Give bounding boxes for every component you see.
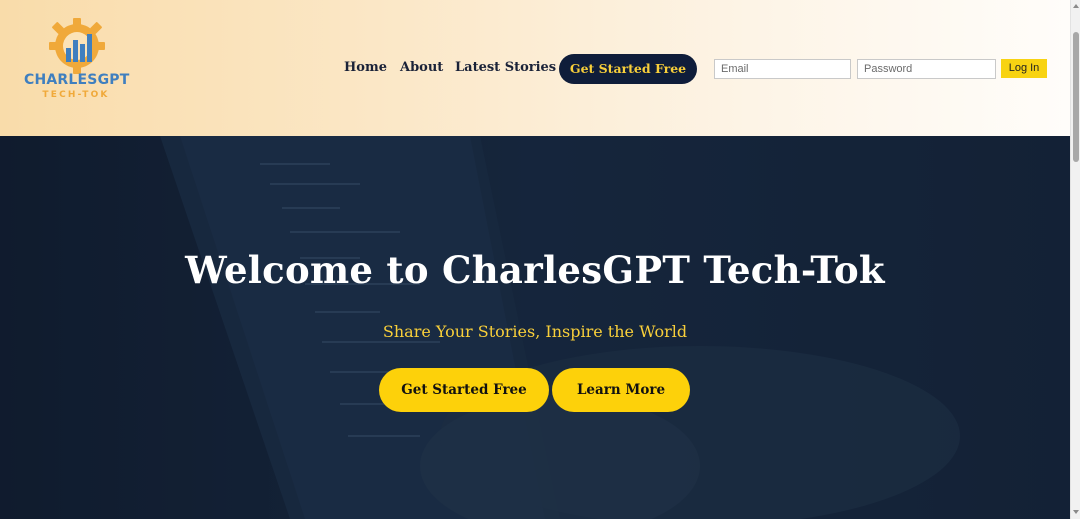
logo-title: CHARLESGPT	[24, 72, 130, 88]
gear-chart-icon	[49, 18, 105, 74]
email-field[interactable]	[714, 59, 851, 79]
hero-get-started-button[interactable]: Get Started Free	[379, 368, 549, 412]
nav-about[interactable]: About	[400, 60, 443, 75]
scrollbar-thumb[interactable]	[1073, 32, 1079, 162]
scroll-up-icon[interactable]	[1073, 4, 1079, 8]
page-scrollbar[interactable]	[1070, 0, 1080, 519]
header-get-started-button[interactable]: Get Started Free	[559, 54, 697, 84]
logo[interactable]: CHARLESGPT TECH-TOK	[24, 18, 130, 104]
hero-section: Welcome to CharlesGPT Tech-Tok Share You…	[0, 136, 1070, 519]
logo-tagline: TECH-TOK	[42, 90, 110, 100]
password-field[interactable]	[857, 59, 996, 79]
nav-latest-stories[interactable]: Latest Stories	[455, 60, 556, 75]
scroll-down-icon[interactable]	[1073, 510, 1079, 514]
nav-home[interactable]: Home	[344, 60, 387, 75]
hero-title: Welcome to CharlesGPT Tech-Tok	[185, 248, 885, 292]
login-button[interactable]: Log In	[1001, 59, 1047, 78]
hero-subtitle: Share Your Stories, Inspire the World	[382, 322, 688, 341]
learn-more-button[interactable]: Learn More	[552, 368, 690, 412]
site-header: CHARLESGPT TECH-TOK Home About Latest St…	[0, 0, 1070, 136]
